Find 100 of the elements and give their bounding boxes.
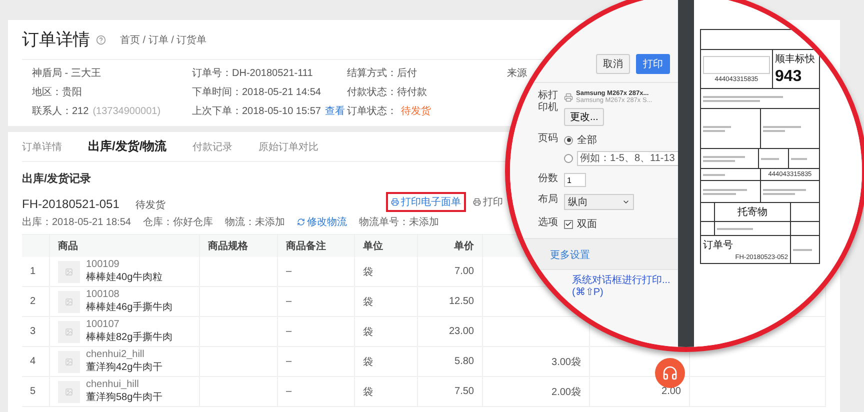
copies-field[interactable]: 1 bbox=[564, 173, 586, 187]
image-icon bbox=[65, 388, 73, 396]
edit-logistics-link[interactable]: 修改物流 bbox=[296, 215, 347, 229]
check-icon bbox=[565, 220, 572, 228]
headphones-icon bbox=[662, 365, 678, 381]
help-icon[interactable] bbox=[96, 34, 106, 44]
tab[interactable]: 付款记录 bbox=[192, 140, 233, 154]
product-code: chenhui2_hill bbox=[86, 349, 146, 360]
table-cell: 袋 bbox=[355, 347, 418, 377]
column-header: 商品 bbox=[50, 235, 200, 257]
shipment-meta: 仓库：你好仓库 bbox=[142, 216, 213, 229]
checkbox[interactable] bbox=[564, 220, 573, 228]
option-label: 选项 bbox=[538, 217, 559, 228]
radio-label: 全部 bbox=[577, 134, 597, 147]
view-link[interactable]: 查看 bbox=[324, 104, 345, 118]
page-title: 订单详情 bbox=[22, 29, 90, 51]
table-cell: 袋 bbox=[355, 257, 418, 287]
tracking-text: 物流单号：未添加 bbox=[358, 216, 439, 229]
printer-icon bbox=[473, 198, 481, 206]
shipment-status: 待发货 bbox=[135, 198, 166, 212]
option-label: 份数 bbox=[538, 173, 559, 184]
table-cell: – bbox=[278, 377, 355, 407]
shipment-meta: 物流：未添加 bbox=[224, 216, 285, 229]
tab[interactable]: 出库/发货/物流 bbox=[88, 138, 167, 155]
dialog-button[interactable]: 取消 bbox=[596, 54, 630, 74]
more-settings-link[interactable]: 更多设置 bbox=[550, 248, 590, 262]
status-value: 待发货 bbox=[401, 104, 431, 118]
table-cell: – bbox=[278, 287, 355, 317]
info-text: 来源 bbox=[507, 66, 527, 80]
image-icon bbox=[65, 298, 73, 306]
goods-header: 托寄物 bbox=[738, 206, 768, 219]
table-cell: 5 bbox=[22, 377, 50, 407]
product-name: 棒棒娃40g牛肉粒 bbox=[86, 270, 163, 284]
column-header: 商品备注 bbox=[278, 235, 355, 257]
info-text: 订单状态： bbox=[347, 104, 397, 118]
route-code: 943 bbox=[775, 68, 803, 86]
dialog-button[interactable]: 打印 bbox=[636, 54, 670, 74]
table-cell: 5.80 bbox=[418, 347, 483, 377]
product-name: 棒棒娃46g手撕牛肉 bbox=[86, 300, 173, 314]
refresh-icon bbox=[296, 218, 305, 226]
image-icon bbox=[65, 268, 73, 276]
table-cell: 23.00 bbox=[418, 317, 483, 347]
tab[interactable]: 原始订单对比 bbox=[258, 140, 319, 154]
image-icon bbox=[65, 328, 73, 336]
info-text: 联系人：212 bbox=[32, 104, 89, 118]
breadcrumb: 首页 / 订单 / 订货单 bbox=[120, 34, 207, 46]
info-text: 订单号：DH-20180521-111 bbox=[192, 66, 313, 80]
option-label: 标打印机 bbox=[538, 90, 559, 113]
product-code: 100107 bbox=[86, 319, 120, 330]
printer-icon bbox=[391, 198, 399, 206]
table-cell: 4 bbox=[22, 347, 50, 377]
page-range-field[interactable]: 例如：1-5、8、11-13 bbox=[577, 151, 679, 166]
table-cell: 1 bbox=[22, 257, 50, 287]
table-cell: – bbox=[278, 347, 355, 377]
checkbox-label: 双面 bbox=[577, 218, 597, 231]
info-text: 上次下单：2018-05-10 15:57 bbox=[192, 104, 321, 118]
product-name: 棒棒娃82g手撕牛肉 bbox=[86, 330, 173, 344]
change-button[interactable]: 更改... bbox=[564, 108, 604, 126]
table-cell: 2 bbox=[22, 287, 50, 317]
system-dialog-link[interactable]: 系统对话框进行打印...(⌘⇧P) bbox=[572, 275, 672, 299]
table-cell: 袋 bbox=[355, 377, 418, 407]
table-cell: 2.00袋 bbox=[483, 377, 590, 407]
info-text: 地区：贵阳 bbox=[32, 86, 82, 99]
radio-button[interactable] bbox=[564, 136, 573, 144]
product-code: 100109 bbox=[86, 259, 120, 270]
table-cell: 袋 bbox=[355, 287, 418, 317]
product-name: 董洋狗58g牛肉干 bbox=[86, 390, 163, 404]
table-cell: – bbox=[278, 257, 355, 287]
print-button[interactable]: 打印电子面单 bbox=[386, 192, 466, 212]
table-cell: 袋 bbox=[355, 317, 418, 347]
radio-button[interactable] bbox=[564, 154, 573, 163]
table-cell: 7.00 bbox=[418, 257, 483, 287]
info-text: 结算方式：后付 bbox=[347, 66, 417, 80]
info-text: 下单时间：2018-05-21 14:54 bbox=[192, 86, 321, 99]
order-label: 订单号 bbox=[703, 238, 734, 252]
column-header: 单位 bbox=[355, 235, 418, 257]
phone-text: (13734900001) bbox=[92, 106, 161, 117]
tab[interactable]: 订单详情 bbox=[22, 140, 62, 154]
table-cell: 7.50 bbox=[418, 377, 483, 407]
option-label: 布局 bbox=[538, 194, 559, 206]
product-name: 董洋狗42g牛肉干 bbox=[86, 360, 163, 374]
column-header: 商品规格 bbox=[200, 235, 278, 257]
image-icon bbox=[65, 358, 73, 366]
product-code: 100108 bbox=[86, 289, 120, 300]
shipment-number: FH-20180521-051 bbox=[22, 197, 120, 211]
table-cell: – bbox=[278, 317, 355, 347]
shipment-meta: 出库：2018-05-21 18:54 bbox=[22, 216, 131, 229]
table-cell: 3 bbox=[22, 317, 50, 347]
printer-icon bbox=[564, 92, 573, 102]
info-text: 付款状态：待付款 bbox=[347, 86, 427, 99]
column-header: 单价 bbox=[418, 235, 483, 257]
barcode-placeholder bbox=[703, 56, 770, 74]
option-label: 页码 bbox=[538, 133, 559, 144]
service-name: 顺丰标快 bbox=[775, 52, 816, 66]
product-code: chenhui_hill bbox=[86, 379, 140, 390]
info-text: 神盾局 - 三大王 bbox=[32, 66, 101, 80]
layout-select[interactable]: 纵向 bbox=[564, 194, 634, 210]
chevron-down-icon bbox=[622, 198, 630, 206]
section-title: 出库/发货记录 bbox=[22, 172, 92, 186]
table-cell: 12.50 bbox=[418, 287, 483, 317]
